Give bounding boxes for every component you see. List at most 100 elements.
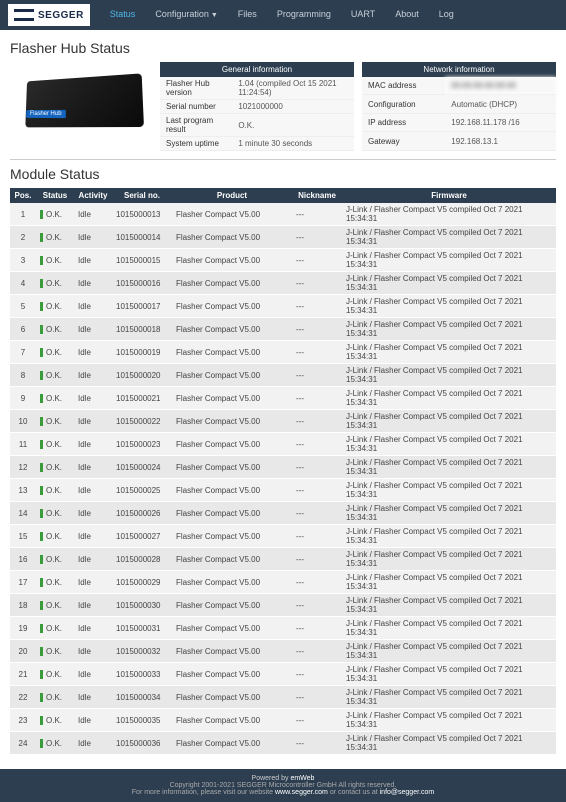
status-text: O.K. (46, 325, 62, 334)
status-cell: O.K. (36, 226, 74, 249)
cell: Idle (74, 456, 112, 479)
cell: Idle (74, 617, 112, 640)
cell: Flasher Compact V5.00 (172, 410, 292, 433)
table-row[interactable]: 2O.K.Idle1015000014Flasher Compact V5.00… (10, 226, 556, 249)
cell: 1015000016 (112, 272, 172, 295)
table-row[interactable]: 6O.K.Idle1015000018Flasher Compact V5.00… (10, 318, 556, 341)
status-text: O.K. (46, 601, 62, 610)
nav-files[interactable]: Files (228, 0, 267, 31)
col-header: Status (36, 188, 74, 203)
table-row[interactable]: 24O.K.Idle1015000036Flasher Compact V5.0… (10, 732, 556, 755)
info-key: Flasher Hub version (160, 77, 232, 100)
status-indicator-icon (40, 555, 43, 564)
cell: 1015000022 (112, 410, 172, 433)
cell: 1015000034 (112, 686, 172, 709)
status-cell: O.K. (36, 456, 74, 479)
table-row[interactable]: 5O.K.Idle1015000017Flasher Compact V5.00… (10, 295, 556, 318)
info-value: 192.168.13.1 (445, 132, 556, 151)
cell: Idle (74, 341, 112, 364)
table-row[interactable]: 8O.K.Idle1015000020Flasher Compact V5.00… (10, 364, 556, 387)
status-text: O.K. (46, 624, 62, 633)
logo[interactable]: SEGGER (8, 4, 90, 26)
footer-email-link[interactable]: info@segger.com (380, 789, 435, 796)
device-label: Flasher Hub (26, 110, 65, 118)
cell: 8 (10, 364, 36, 387)
cell: J-Link / Flasher Compact V5 compiled Oct… (342, 594, 556, 617)
cell: Flasher Compact V5.00 (172, 433, 292, 456)
cell: 11 (10, 433, 36, 456)
info-key: System uptime (160, 137, 232, 151)
cell: 1015000031 (112, 617, 172, 640)
cell: 17 (10, 571, 36, 594)
cell: Idle (74, 410, 112, 433)
cell: 1015000020 (112, 364, 172, 387)
cell: --- (292, 272, 342, 295)
status-cell: O.K. (36, 640, 74, 663)
status-cell: O.K. (36, 318, 74, 341)
cell: Idle (74, 249, 112, 272)
info-row: MAC address00:00:00:00:00:00 (362, 77, 556, 95)
footer-info-mid: or contact us at (328, 789, 380, 796)
nav-about[interactable]: About (385, 0, 429, 31)
status-cell: O.K. (36, 502, 74, 525)
cell: Flasher Compact V5.00 (172, 456, 292, 479)
nav-programming[interactable]: Programming (267, 0, 341, 31)
status-text: O.K. (46, 739, 62, 748)
logo-icon (14, 8, 34, 22)
cell: --- (292, 686, 342, 709)
table-row[interactable]: 15O.K.Idle1015000027Flasher Compact V5.0… (10, 525, 556, 548)
status-cell: O.K. (36, 387, 74, 410)
network-info-table: Network information MAC address00:00:00:… (362, 62, 556, 151)
nav-configuration[interactable]: Configuration▼ (145, 0, 227, 31)
footer-site-link[interactable]: www.segger.com (275, 789, 328, 796)
nav-log[interactable]: Log (429, 0, 464, 31)
table-row[interactable]: 12O.K.Idle1015000024Flasher Compact V5.0… (10, 456, 556, 479)
cell: 15 (10, 525, 36, 548)
table-row[interactable]: 3O.K.Idle1015000015Flasher Compact V5.00… (10, 249, 556, 272)
status-indicator-icon (40, 256, 43, 265)
table-row[interactable]: 13O.K.Idle1015000025Flasher Compact V5.0… (10, 479, 556, 502)
table-row[interactable]: 22O.K.Idle1015000034Flasher Compact V5.0… (10, 686, 556, 709)
powered-link[interactable]: emWeb (290, 775, 314, 782)
cell: Flasher Compact V5.00 (172, 226, 292, 249)
cell: 1015000029 (112, 571, 172, 594)
status-indicator-icon (40, 233, 43, 242)
module-status-title: Module Status (10, 166, 556, 182)
table-row[interactable]: 19O.K.Idle1015000031Flasher Compact V5.0… (10, 617, 556, 640)
table-row[interactable]: 4O.K.Idle1015000016Flasher Compact V5.00… (10, 272, 556, 295)
col-header: Product (172, 188, 292, 203)
table-row[interactable]: 7O.K.Idle1015000019Flasher Compact V5.00… (10, 341, 556, 364)
info-value: 1.04 (compiled Oct 15 2021 11:24:54) (232, 77, 354, 100)
table-row[interactable]: 1O.K.Idle1015000013Flasher Compact V5.00… (10, 203, 556, 226)
cell: Flasher Compact V5.00 (172, 617, 292, 640)
cell: --- (292, 387, 342, 410)
table-row[interactable]: 11O.K.Idle1015000023Flasher Compact V5.0… (10, 433, 556, 456)
cell: --- (292, 548, 342, 571)
table-row[interactable]: 18O.K.Idle1015000030Flasher Compact V5.0… (10, 594, 556, 617)
table-row[interactable]: 14O.K.Idle1015000026Flasher Compact V5.0… (10, 502, 556, 525)
table-row[interactable]: 21O.K.Idle1015000033Flasher Compact V5.0… (10, 663, 556, 686)
cell: J-Link / Flasher Compact V5 compiled Oct… (342, 387, 556, 410)
cell: Flasher Compact V5.00 (172, 502, 292, 525)
col-header: Pos. (10, 188, 36, 203)
table-row[interactable]: 16O.K.Idle1015000028Flasher Compact V5.0… (10, 548, 556, 571)
cell: Flasher Compact V5.00 (172, 571, 292, 594)
table-row[interactable]: 9O.K.Idle1015000021Flasher Compact V5.00… (10, 387, 556, 410)
nav-status[interactable]: Status (100, 0, 146, 31)
cell: 1015000026 (112, 502, 172, 525)
status-indicator-icon (40, 532, 43, 541)
cell: --- (292, 433, 342, 456)
cell: J-Link / Flasher Compact V5 compiled Oct… (342, 341, 556, 364)
navbar: SEGGER StatusConfiguration▼FilesProgramm… (0, 0, 566, 30)
status-cell: O.K. (36, 617, 74, 640)
nav-uart[interactable]: UART (341, 0, 385, 31)
table-row[interactable]: 20O.K.Idle1015000032Flasher Compact V5.0… (10, 640, 556, 663)
cell: J-Link / Flasher Compact V5 compiled Oct… (342, 686, 556, 709)
table-row[interactable]: 23O.K.Idle1015000035Flasher Compact V5.0… (10, 709, 556, 732)
cell: J-Link / Flasher Compact V5 compiled Oct… (342, 226, 556, 249)
table-row[interactable]: 10O.K.Idle1015000022Flasher Compact V5.0… (10, 410, 556, 433)
table-row[interactable]: 17O.K.Idle1015000029Flasher Compact V5.0… (10, 571, 556, 594)
cell: Idle (74, 387, 112, 410)
cell: Idle (74, 663, 112, 686)
cell: Idle (74, 709, 112, 732)
